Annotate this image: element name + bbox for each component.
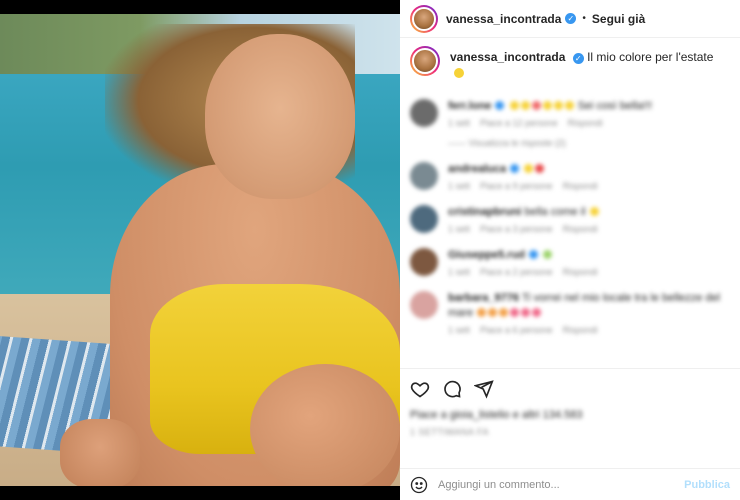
avatar-image xyxy=(412,48,438,74)
post-photo[interactable] xyxy=(0,14,400,486)
comments-list[interactable]: vanessa_incontrada ✓ Il mio colore per l… xyxy=(400,38,740,368)
comment-input[interactable] xyxy=(438,478,685,491)
avatar[interactable] xyxy=(410,162,438,190)
emoji-icon xyxy=(488,308,498,317)
avatar[interactable] xyxy=(410,248,438,276)
publish-button[interactable]: Pubblica xyxy=(684,479,730,491)
comment-text: bella come il xyxy=(524,206,586,218)
caption-text: vanessa_incontrada ✓ Il mio colore per l… xyxy=(450,46,730,81)
sun-emoji-icon xyxy=(589,207,599,216)
share-icon[interactable] xyxy=(474,379,494,399)
comment-likes[interactable]: Piace a 6 persone xyxy=(480,325,553,335)
view-replies-button[interactable]: —— Visualizza le risposte (2) xyxy=(448,138,730,148)
avatar[interactable] xyxy=(410,99,438,127)
reply-button[interactable]: Rispondi xyxy=(563,181,598,191)
emoji-icon xyxy=(532,308,542,317)
list-item: andrealuca 1 sett Piace a 9 persone Rispon… xyxy=(410,162,730,191)
emoji-icon xyxy=(564,101,574,110)
comment-likes[interactable]: Piace a 3 persone xyxy=(480,224,553,234)
comment-username[interactable]: Giuseppe5.rud xyxy=(448,249,525,261)
comment-time: 1 sett xyxy=(448,224,471,234)
list-item: ferr.lone Sei così bella!!! 1 sett Piace … xyxy=(410,99,730,148)
post-actions: Piace a gioia_listelio e altri 134.583 1… xyxy=(400,368,740,448)
heart-icon[interactable] xyxy=(410,379,430,399)
comment-username[interactable]: barbara_9776 xyxy=(448,292,519,304)
comment-username[interactable]: ferr.lone xyxy=(448,100,491,112)
comment-text: Sei così bella!!! xyxy=(577,100,653,112)
verified-icon xyxy=(510,164,520,173)
caption-body: Il mio colore per l'estate xyxy=(587,50,714,64)
heart-emoji-icon xyxy=(535,164,545,173)
comment-icon[interactable] xyxy=(442,379,462,399)
emoji-icon xyxy=(477,308,487,317)
comment-likes[interactable]: Piace a 12 persone xyxy=(480,118,558,128)
verified-icon xyxy=(495,101,505,110)
emoji-icon xyxy=(510,308,520,317)
caption-avatar[interactable] xyxy=(410,46,440,76)
comment-likes[interactable]: Piace a 2 persone xyxy=(480,267,553,277)
comment-time: 1 sett xyxy=(448,325,471,335)
post-header: vanessa_incontrada ✓ • Segui già xyxy=(400,0,740,38)
avatar[interactable] xyxy=(410,4,438,33)
emoji-icon xyxy=(531,101,541,110)
verified-icon: ✓ xyxy=(565,13,577,24)
photo-knee xyxy=(250,364,400,486)
list-item: barbara_9776 Ti vorrei nel mio locale tr… xyxy=(410,291,730,335)
avatar[interactable] xyxy=(410,291,438,319)
emoji-icon xyxy=(542,101,552,110)
emoji-icon xyxy=(499,308,509,317)
photo-face xyxy=(205,34,355,199)
comment-username[interactable]: andrealuca xyxy=(448,163,506,175)
emoji-icon xyxy=(521,308,531,317)
caption-username[interactable]: vanessa_incontrada xyxy=(450,50,565,64)
post-caption: vanessa_incontrada ✓ Il mio colore per l… xyxy=(410,46,730,81)
photo-hand xyxy=(60,419,140,486)
comment-composer: Pubblica xyxy=(400,468,740,500)
comment-likes[interactable]: Piace a 9 persone xyxy=(480,181,553,191)
emoji-icon[interactable] xyxy=(410,476,428,494)
comment-time: 1 sett xyxy=(448,118,471,128)
emoji-icon xyxy=(520,101,530,110)
reply-button[interactable]: Rispondi xyxy=(563,325,598,335)
reply-button[interactable]: Rispondi xyxy=(563,224,598,234)
likes-count[interactable]: Piace a gioia_listelio e altri 134.583 xyxy=(410,409,730,421)
sun-emoji-icon xyxy=(454,68,464,78)
verified-icon: ✓ xyxy=(572,53,584,64)
list-item: cristinapbruni bella come il 1 sett Piace… xyxy=(410,205,730,234)
reply-button[interactable]: Rispondi xyxy=(568,118,603,128)
list-item: Giuseppe5.rud 1 sett Piace a 2 persone Ris… xyxy=(410,248,730,277)
header-username[interactable]: vanessa_incontrada xyxy=(446,12,561,26)
post-time: 1 SETTIMANA FA xyxy=(410,427,490,437)
emoji-icon xyxy=(553,101,563,110)
reply-button[interactable]: Rispondi xyxy=(563,267,598,277)
comment-username[interactable]: cristinapbruni xyxy=(448,206,521,218)
avatar-image xyxy=(412,6,436,31)
comment-time: 1 sett xyxy=(448,267,471,277)
follow-button[interactable]: Segui già xyxy=(592,12,645,26)
emoji-icon xyxy=(524,164,534,173)
emoji-icon xyxy=(543,250,553,259)
avatar[interactable] xyxy=(410,205,438,233)
verified-icon xyxy=(529,250,539,259)
separator-dot: • xyxy=(582,13,586,24)
emoji-icon xyxy=(509,101,519,110)
comment-time: 1 sett xyxy=(448,181,471,191)
post-sidebar: vanessa_incontrada ✓ • Segui già vanessa… xyxy=(400,0,740,500)
